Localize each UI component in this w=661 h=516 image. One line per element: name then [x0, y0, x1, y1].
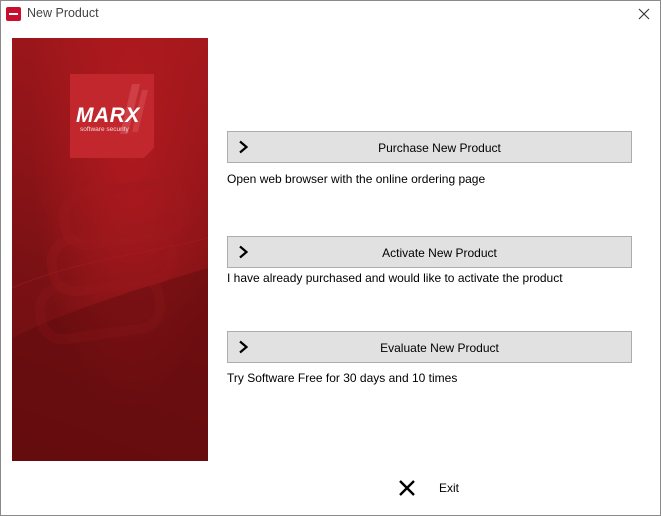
evaluate-new-product-button[interactable]: Evaluate New Product — [227, 331, 632, 363]
app-icon — [6, 7, 21, 21]
exit-label: Exit — [439, 481, 460, 495]
logo-subtext: software security — [80, 126, 129, 133]
close-button[interactable] — [628, 1, 660, 27]
activate-button-label: Activate New Product — [382, 246, 497, 260]
evaluate-description: Try Software Free for 30 days and 10 tim… — [227, 371, 458, 385]
close-icon — [638, 8, 650, 20]
x-icon — [399, 480, 415, 496]
logo-text: MARX — [76, 104, 140, 127]
purchase-new-product-button[interactable]: Purchase New Product — [227, 131, 632, 163]
marx-logo: MARX software security — [70, 74, 154, 158]
purchase-description: Open web browser with the online orderin… — [227, 172, 486, 186]
activate-new-product-button[interactable]: Activate New Product — [227, 236, 632, 268]
new-product-dialog: New Product MARX software security Purch… — [0, 0, 661, 516]
window-title: New Product — [27, 6, 99, 20]
purchase-button-label: Purchase New Product — [378, 141, 501, 155]
brand-banner: MARX software security — [12, 38, 208, 461]
evaluate-button-label: Evaluate New Product — [380, 341, 499, 355]
activate-description: I have already purchased and would like … — [227, 271, 563, 285]
exit-button[interactable]: Exit — [396, 478, 466, 498]
title-bar[interactable]: New Product — [1, 1, 660, 27]
